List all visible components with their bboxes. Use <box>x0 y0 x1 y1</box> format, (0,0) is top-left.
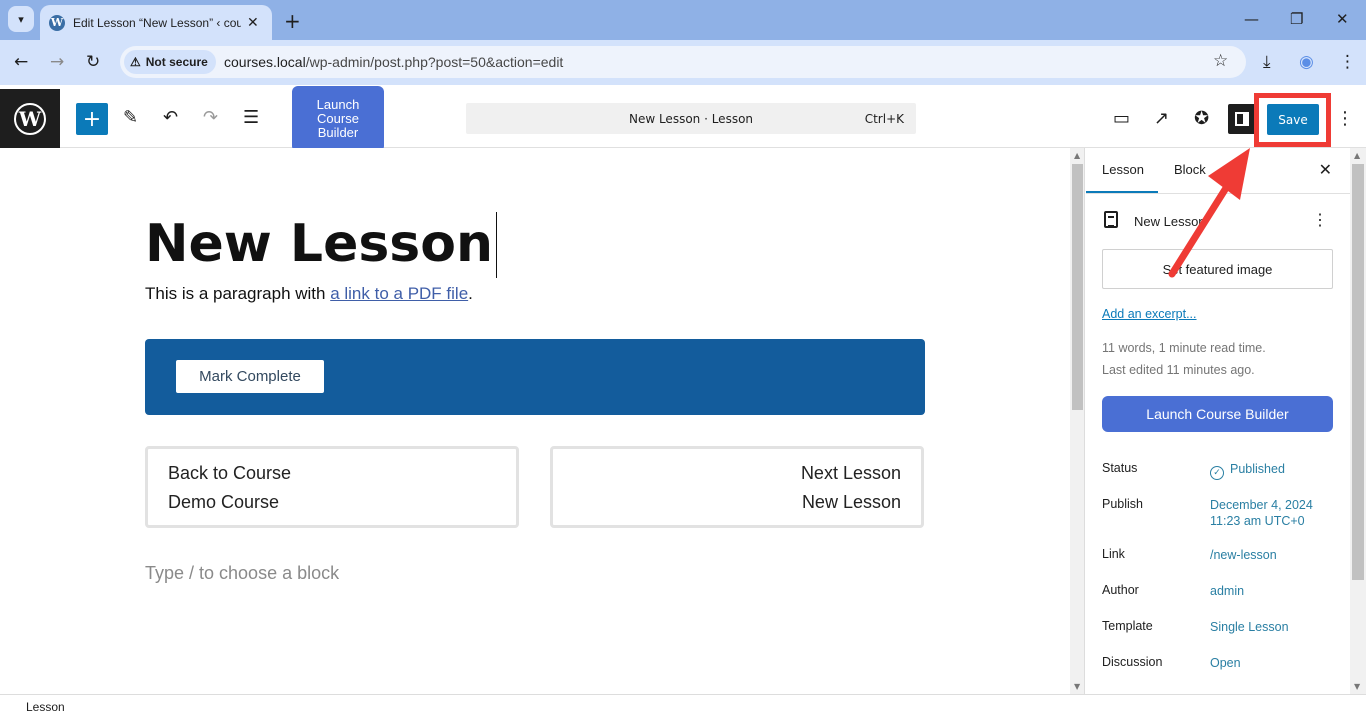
add-excerpt-link[interactable]: Add an excerpt... <box>1102 307 1197 321</box>
url-text[interactable]: courses.local/wp-admin/post.php?post=50&… <box>224 54 563 70</box>
tab-title: Edit Lesson “New Lesson” ‹ cou <box>73 15 241 30</box>
tab-close-icon[interactable]: ✕ <box>247 15 259 31</box>
plus-icon: + <box>82 106 102 132</box>
close-sidebar-icon[interactable]: ✕ <box>1319 160 1332 180</box>
redo-icon[interactable]: ↷ <box>203 107 218 128</box>
scroll-down-arrow-icon[interactable]: ▼ <box>1074 682 1080 691</box>
forward-button[interactable]: → <box>50 52 64 72</box>
canvas-scrollbar[interactable]: ▲ ▼ <box>1070 148 1085 694</box>
active-tab-indicator <box>1086 191 1158 193</box>
wordpress-favicon-icon: W <box>49 14 65 31</box>
scroll-up-arrow-icon[interactable]: ▲ <box>1354 151 1360 160</box>
sidebar-scrollbar[interactable]: ▲ ▼ <box>1350 148 1366 694</box>
wordpress-logo-button[interactable]: W <box>0 89 60 148</box>
block-placeholder[interactable]: Type / to choose a block <box>145 563 339 584</box>
undo-icon[interactable]: ↶ <box>163 107 178 128</box>
block-breadcrumb-bar: Lesson <box>0 694 1366 717</box>
extension-icon[interactable]: ◉ <box>1299 52 1314 72</box>
warning-icon: ⚠ <box>130 55 141 69</box>
last-edited-text: Last edited 11 minutes ago. <box>1102 363 1255 377</box>
sidebar-scroll-thumb[interactable] <box>1352 164 1364 580</box>
published-check-icon: ✓ <box>1210 466 1224 480</box>
download-icon[interactable]: ⤓ <box>1263 52 1271 72</box>
pdf-link[interactable]: a link to a PDF file <box>330 284 468 303</box>
annotation-arrow-icon <box>1168 148 1250 278</box>
publish-date-value[interactable]: December 4, 2024 11:23 am UTC+0 <box>1210 497 1313 529</box>
author-value[interactable]: admin <box>1210 583 1244 599</box>
security-chip[interactable]: ⚠ Not secure <box>124 50 216 74</box>
mark-complete-button[interactable]: Mark Complete <box>176 360 324 393</box>
preview-device-icon[interactable]: ▭ <box>1113 108 1130 129</box>
settings-sidebar-toggle[interactable] <box>1228 104 1256 134</box>
add-block-button[interactable]: + <box>76 103 108 135</box>
canvas-scroll-thumb[interactable] <box>1072 164 1083 410</box>
plugin-rocket-icon[interactable]: ✪ <box>1194 108 1209 129</box>
browser-tab[interactable]: W Edit Lesson “New Lesson” ‹ cou ✕ <box>40 5 272 40</box>
scroll-down-arrow-icon[interactable]: ▼ <box>1354 682 1360 691</box>
new-tab-button[interactable]: + <box>284 9 301 33</box>
browser-menu-icon[interactable]: ⋮ <box>1339 52 1356 72</box>
bookmark-star-icon[interactable]: ☆ <box>1213 51 1228 71</box>
word-count-text: 11 words, 1 minute read time. <box>1102 341 1266 355</box>
chevron-down-icon: ▾ <box>18 12 24 26</box>
browser-tab-strip: ▾ W Edit Lesson “New Lesson” ‹ cou ✕ + —… <box>0 0 1366 40</box>
back-button[interactable]: ← <box>14 52 28 72</box>
breadcrumb-lesson[interactable]: Lesson <box>26 700 65 714</box>
template-value[interactable]: Single Lesson <box>1210 619 1289 635</box>
next-lesson-card[interactable]: Next Lesson New Lesson <box>550 446 924 528</box>
launch-course-builder-button[interactable]: Launch Course Builder <box>292 86 384 152</box>
post-title-input[interactable]: New Lesson <box>145 214 493 274</box>
text-caret <box>496 212 497 278</box>
document-overview-icon[interactable]: ☰ <box>243 107 259 128</box>
tab-lesson[interactable]: Lesson <box>1102 162 1144 177</box>
window-close-button[interactable]: ✕ <box>1336 10 1349 28</box>
options-menu-icon[interactable]: ⋮ <box>1336 108 1354 129</box>
annotation-highlight-box <box>1254 93 1331 147</box>
tab-search-button[interactable]: ▾ <box>8 6 34 32</box>
reload-button[interactable]: ↻ <box>86 52 100 72</box>
sidebar-panel-icon <box>1235 112 1249 126</box>
document-icon <box>1104 211 1118 228</box>
edit-tools-pencil-icon[interactable]: ✎ <box>123 107 138 128</box>
status-value[interactable]: ✓ Published <box>1210 461 1285 480</box>
command-bar-title: New Lesson · Lesson <box>628 112 754 126</box>
discussion-value[interactable]: Open <box>1210 655 1241 671</box>
view-post-external-icon[interactable]: ↗ <box>1154 108 1169 129</box>
post-actions-menu-icon[interactable]: ⋮ <box>1312 210 1328 230</box>
wordpress-logo-icon: W <box>14 102 46 135</box>
link-value[interactable]: /new-lesson <box>1210 547 1277 563</box>
minimize-button[interactable]: — <box>1244 10 1259 28</box>
paragraph-block[interactable]: This is a paragraph with a link to a PDF… <box>145 284 473 304</box>
restore-button[interactable]: ❐ <box>1290 10 1303 28</box>
command-palette-bar[interactable]: New Lesson · Lesson Ctrl+K <box>466 103 916 134</box>
command-bar-shortcut: Ctrl+K <box>864 112 904 126</box>
sidebar-launch-course-builder-button[interactable]: Launch Course Builder <box>1102 396 1333 432</box>
back-to-course-card[interactable]: Back to Course Demo Course <box>145 446 519 528</box>
scroll-up-arrow-icon[interactable]: ▲ <box>1074 151 1080 160</box>
